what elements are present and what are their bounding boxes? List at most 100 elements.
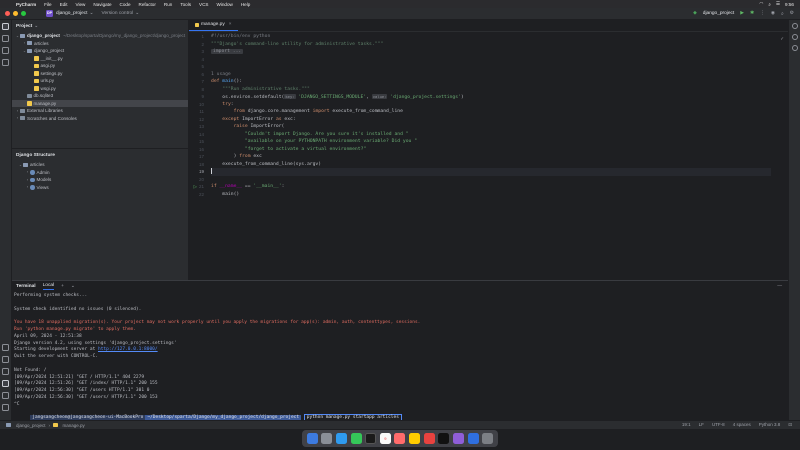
code-line[interactable] bbox=[211, 56, 771, 64]
chrome-icon[interactable] bbox=[423, 433, 435, 444]
trash-icon[interactable] bbox=[482, 433, 494, 444]
notes-icon[interactable] bbox=[409, 433, 421, 444]
run-config-selector[interactable]: django_project bbox=[703, 11, 734, 16]
tree-item[interactable]: db.sqlite3 bbox=[12, 92, 188, 100]
code-line[interactable]: try: bbox=[211, 101, 771, 109]
code-line[interactable]: ) from exc bbox=[211, 153, 771, 161]
tree-item[interactable]: settings.py bbox=[12, 70, 188, 78]
code-line[interactable]: if __name__ == '__main__': bbox=[211, 183, 771, 191]
structure-item[interactable]: › Views bbox=[12, 184, 188, 192]
vcs-widget[interactable]: Version control bbox=[102, 11, 134, 16]
tree-item[interactable]: asgi.py bbox=[12, 62, 188, 70]
code-line[interactable]: raise ImportError( bbox=[211, 123, 771, 131]
run-icon[interactable]: ▶ bbox=[740, 11, 744, 16]
settings-gear-icon[interactable]: ⚙ bbox=[790, 11, 794, 16]
chevron-down-icon[interactable]: ⌄ bbox=[71, 284, 75, 289]
minimize-panel-icon[interactable]: — bbox=[777, 284, 782, 289]
menu-view[interactable]: View bbox=[72, 2, 90, 7]
code-area[interactable]: #!/usr/bin/env python """Django's command… bbox=[211, 33, 771, 198]
menu-navigate[interactable]: Navigate bbox=[89, 2, 115, 7]
code-line[interactable]: main() bbox=[211, 191, 771, 199]
tree-external-libraries[interactable]: › External Libraries bbox=[12, 107, 188, 115]
menu-vcs[interactable]: VCS bbox=[195, 2, 212, 7]
tree-item[interactable]: ⌄ django_project bbox=[12, 47, 188, 55]
account-icon[interactable]: ◉ bbox=[771, 11, 775, 16]
code-line[interactable]: def main(): bbox=[211, 78, 771, 86]
code-line[interactable] bbox=[211, 168, 771, 176]
structure-tool-icon[interactable] bbox=[2, 47, 9, 54]
lock-icon[interactable]: ⊡ bbox=[788, 422, 792, 428]
project-switcher[interactable]: django_project bbox=[56, 11, 87, 16]
messages-icon[interactable] bbox=[350, 433, 362, 444]
new-tab-icon[interactable]: + bbox=[61, 284, 64, 289]
menu-window[interactable]: Window bbox=[213, 2, 237, 7]
menu-refactor[interactable]: Refactor bbox=[135, 2, 160, 7]
tree-item[interactable]: › articles bbox=[12, 40, 188, 48]
tree-item[interactable]: manage.py bbox=[12, 99, 188, 107]
code-line[interactable]: from django.core.management import execu… bbox=[211, 108, 771, 116]
tree-root[interactable]: ⌄ django_project ~/Desktop/sparta/Django… bbox=[12, 32, 188, 40]
file-encoding[interactable]: UTF-8 bbox=[712, 422, 725, 428]
slack-icon[interactable] bbox=[452, 433, 464, 444]
database-tool-icon[interactable] bbox=[791, 34, 798, 40]
control-center-icon[interactable]: ☰ bbox=[776, 1, 780, 7]
python-interpreter[interactable]: Python 3.8 bbox=[759, 422, 781, 428]
search-everywhere-icon[interactable]: ⌕ bbox=[781, 11, 784, 17]
indent-setting[interactable]: 4 spaces bbox=[733, 422, 751, 428]
pycharm-icon[interactable] bbox=[438, 433, 450, 444]
tree-item[interactable]: urls.py bbox=[12, 77, 188, 85]
structure-panel-header[interactable]: Django Structure bbox=[12, 149, 188, 161]
project-tool-icon[interactable] bbox=[2, 23, 9, 30]
terminal-tool-icon[interactable] bbox=[2, 380, 9, 387]
breadcrumb-file[interactable]: manage.py bbox=[63, 423, 85, 428]
terminal-prompt-line[interactable]: jangsangcheon@jangsangcheon-ui-MacBookPr… bbox=[14, 409, 788, 422]
code-line[interactable] bbox=[211, 63, 771, 71]
code-line[interactable]: os.environ.setdefault(key: 'DJANGO_SETTI… bbox=[211, 93, 771, 101]
code-line[interactable] bbox=[211, 176, 771, 184]
server-url-link[interactable]: http://127.0.0.1:8000/ bbox=[98, 347, 158, 352]
zoom-window-button[interactable] bbox=[21, 11, 26, 16]
menubar-clock[interactable]: 9:56 bbox=[785, 2, 794, 7]
breadcrumb-project[interactable]: django_project bbox=[16, 423, 46, 428]
code-line[interactable]: #!/usr/bin/env python bbox=[211, 33, 771, 41]
tab-local[interactable]: Local bbox=[42, 283, 55, 290]
structure-root[interactable]: ⌄ articles bbox=[12, 161, 188, 169]
run-gutter-icon[interactable]: ▷ bbox=[194, 184, 197, 189]
code-line[interactable]: "forget to activate a virtual environmen… bbox=[211, 146, 771, 154]
python-packages-icon[interactable] bbox=[2, 344, 9, 351]
calendar-icon[interactable]: 9 bbox=[379, 433, 391, 444]
code-line[interactable]: execute_from_command_line(sys.argv) bbox=[211, 161, 771, 169]
search-icon[interactable]: ⌕ bbox=[768, 2, 771, 7]
debug-icon[interactable]: ✱ bbox=[750, 11, 754, 16]
code-editor[interactable]: manage.py × 1 2 3 4 5 6 7 8 9 10 11 12 13 14 15 16 17 18 1… bbox=[189, 20, 788, 280]
minimize-window-button[interactable] bbox=[13, 11, 18, 16]
menu-code[interactable]: Code bbox=[116, 2, 135, 7]
menu-pycharm[interactable]: PyCharm bbox=[12, 2, 40, 7]
tree-item[interactable]: __init__.py bbox=[12, 55, 188, 63]
tree-item[interactable]: wsgi.py bbox=[12, 85, 188, 93]
menu-edit[interactable]: Edit bbox=[56, 2, 72, 7]
code-line[interactable]: "Couldn't import Django. Are you sure it… bbox=[211, 131, 771, 139]
menu-help[interactable]: Help bbox=[237, 2, 254, 7]
code-line[interactable]: import ... bbox=[211, 48, 771, 56]
structure-item[interactable]: › Models bbox=[12, 176, 188, 184]
code-line[interactable]: """Django's command-line utility for adm… bbox=[211, 41, 771, 49]
code-line[interactable]: """Run administrative tasks.""" bbox=[211, 86, 771, 94]
close-window-button[interactable] bbox=[5, 11, 10, 16]
notifications-icon[interactable] bbox=[791, 23, 798, 29]
project-panel-header[interactable]: Project ⌄ bbox=[12, 20, 188, 32]
git-tool-icon[interactable] bbox=[2, 404, 9, 411]
close-tab-icon[interactable]: × bbox=[229, 22, 232, 27]
terminal-app-icon[interactable] bbox=[365, 433, 377, 444]
tab-manage-py[interactable]: manage.py × bbox=[189, 19, 238, 31]
terminal-output[interactable]: Performing system checks... System check … bbox=[12, 291, 788, 422]
code-line[interactable]: 1 usage bbox=[211, 71, 771, 79]
code-line[interactable]: "available on your PYTHONPATH environmen… bbox=[211, 138, 771, 146]
structure-item[interactable]: › Admin bbox=[12, 169, 188, 177]
code-line[interactable]: except ImportError as exc: bbox=[211, 116, 771, 124]
sciview-tool-icon[interactable] bbox=[791, 45, 798, 51]
tree-scratches[interactable]: › Scratches and Consoles bbox=[12, 115, 188, 123]
line-separator[interactable]: LF bbox=[699, 422, 704, 428]
menu-tools[interactable]: Tools bbox=[176, 2, 195, 7]
more-tools-icon[interactable] bbox=[2, 59, 9, 66]
